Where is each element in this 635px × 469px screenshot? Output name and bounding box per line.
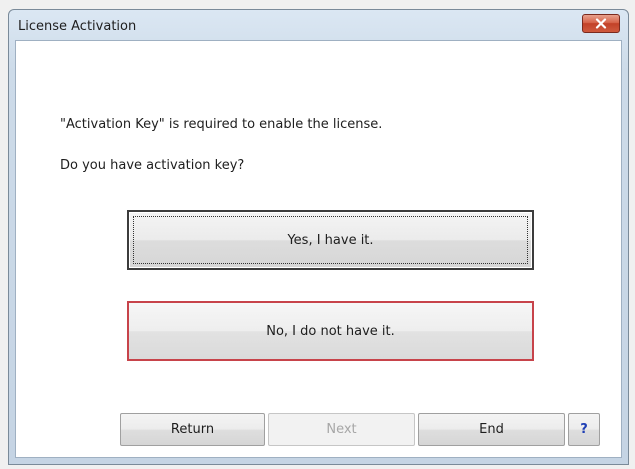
yes-have-key-label: Yes, I have it.	[287, 232, 374, 248]
dialog-content: "Activation Key" is required to enable t…	[15, 40, 622, 458]
help-label: ?	[580, 422, 588, 437]
close-icon	[595, 18, 607, 29]
help-button[interactable]: ?	[568, 413, 600, 446]
license-activation-window: License Activation "Activation Key" is r…	[8, 9, 629, 465]
yes-have-key-button[interactable]: Yes, I have it.	[127, 210, 534, 270]
end-label: End	[479, 422, 504, 437]
window-title: License Activation	[18, 19, 137, 34]
close-button[interactable]	[582, 14, 620, 33]
no-key-button[interactable]: No, I do not have it.	[127, 301, 534, 361]
activation-question: Do you have activation key?	[60, 158, 245, 173]
next-button[interactable]: Next	[268, 413, 415, 446]
next-label: Next	[326, 422, 357, 437]
activation-key-message: "Activation Key" is required to enable t…	[60, 117, 383, 132]
title-bar[interactable]: License Activation	[9, 10, 628, 40]
return-label: Return	[170, 422, 215, 437]
return-button[interactable]: Return	[120, 413, 265, 446]
no-key-label: No, I do not have it.	[266, 323, 395, 339]
end-button[interactable]: End	[418, 413, 565, 446]
